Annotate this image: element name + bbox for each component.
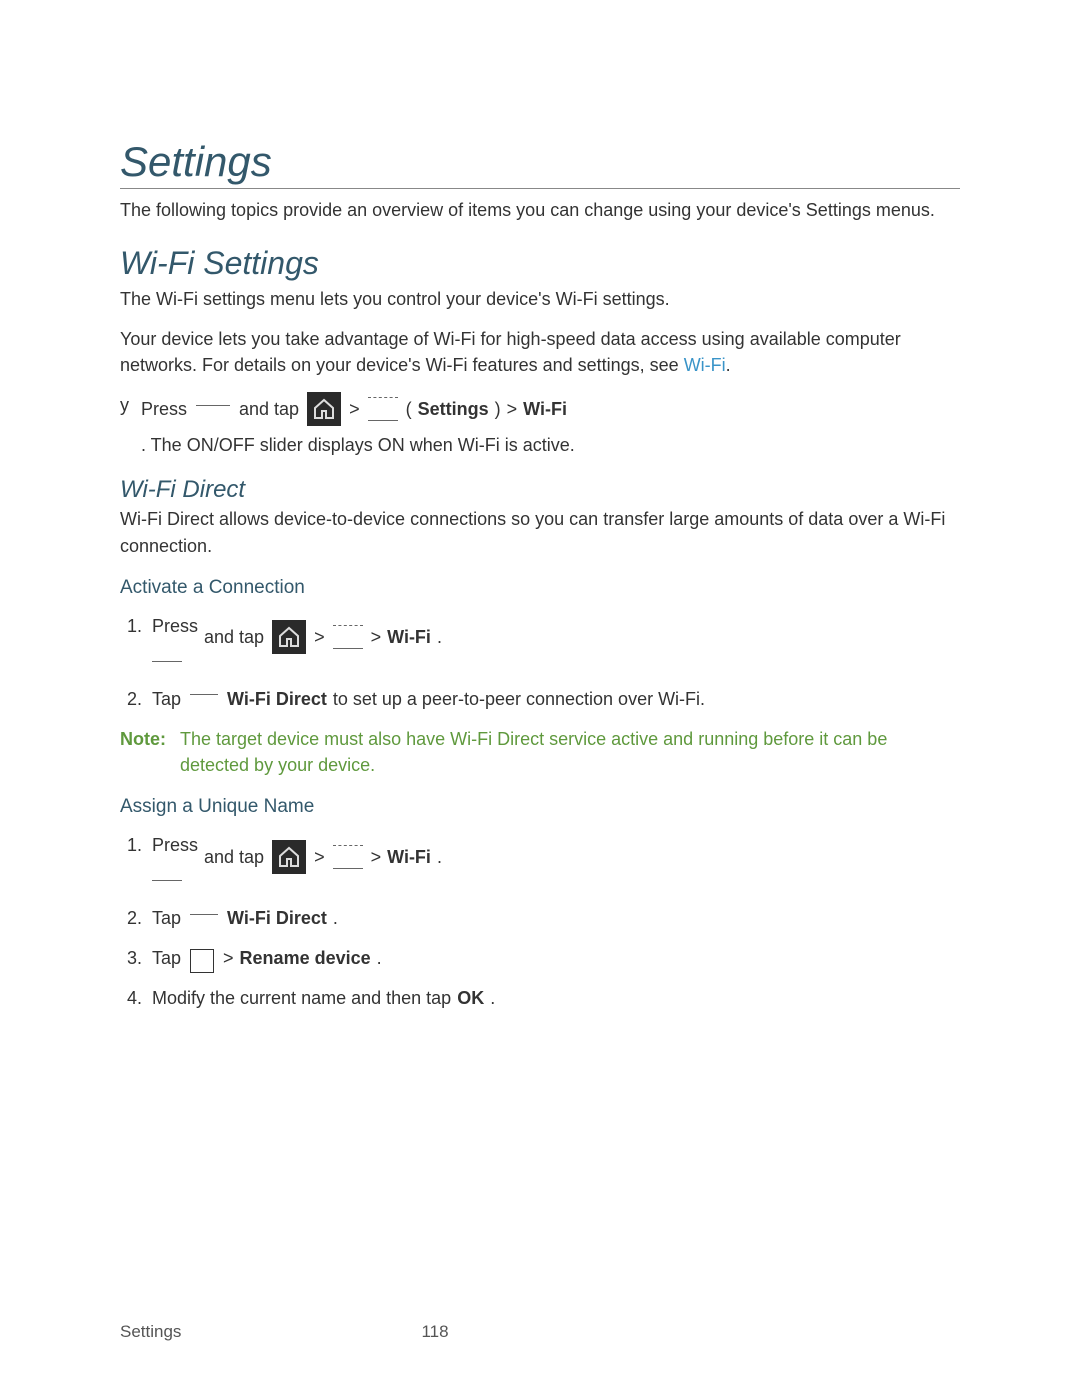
bullet-marker: y: [120, 392, 129, 458]
step-number: 1.: [120, 832, 142, 881]
gt: >: [314, 624, 325, 650]
assign-step-4: 4. Modify the current name and then tap …: [120, 985, 960, 1011]
page-title: Settings: [120, 138, 960, 189]
gt: >: [314, 844, 325, 870]
tap-label: Tap: [152, 686, 181, 712]
step-content: Press and tap > > Wi-Fi.: [152, 832, 442, 881]
wifi-step-suffix: . The ON/OFF slider displays ON when Wi-…: [141, 432, 575, 458]
activate-heading: Activate a Connection: [120, 577, 960, 599]
wifi-direct-bold: Wi-Fi Direct: [227, 905, 327, 931]
wifi-p2: Your device lets you take advantage of W…: [120, 326, 960, 378]
gt: >: [223, 945, 234, 971]
step-number: 1.: [120, 613, 142, 662]
home-icon: [307, 392, 341, 426]
page-footer: Settings 118: [120, 1322, 960, 1342]
placeholder-icon: [190, 914, 218, 915]
gt-2: >: [507, 396, 518, 422]
placeholder-icon: [333, 845, 363, 869]
placeholder-icon: [368, 397, 398, 421]
andtap-label: and tap: [204, 624, 264, 650]
note-block: Note: The target device must also have W…: [120, 726, 960, 778]
placeholder-icon: [152, 880, 182, 881]
step-content: Press and tap > > Wi-Fi.: [152, 613, 442, 662]
wifi-direct-intro: Wi-Fi Direct allows device-to-device con…: [120, 506, 960, 558]
wifi-bold: Wi-Fi: [387, 844, 431, 870]
gt: >: [371, 844, 382, 870]
press-label: Press: [152, 613, 198, 639]
assign-step-1: 1. Press and tap > > Wi-Fi.: [120, 832, 960, 881]
press-label: Press: [152, 832, 198, 858]
step-number: 3.: [120, 945, 142, 971]
activate-step-2: 2. Tap Wi-Fi Direct to set up a peer-to-…: [120, 686, 960, 712]
home-icon: [272, 840, 306, 874]
placeholder-icon: [190, 949, 214, 973]
wifi-p1: The Wi-Fi settings menu lets you control…: [120, 286, 960, 312]
wifi-breadcrumb: Wi-Fi: [523, 396, 567, 422]
page: Settings The following topics provide an…: [0, 0, 1080, 1397]
andtap-label: and tap: [239, 396, 299, 422]
step-content: Tap > Rename device.: [152, 945, 382, 971]
gt-1: >: [349, 396, 360, 422]
step2-suffix: to set up a peer-to-peer connection over…: [333, 686, 705, 712]
step-content: Tap Wi-Fi Direct.: [152, 905, 338, 931]
rename-device-bold: Rename device: [240, 945, 371, 971]
tap-label: Tap: [152, 945, 181, 971]
step4-text: Modify the current name and then tap: [152, 985, 451, 1011]
wifi-step-row: y Press and tap > (Settings) > Wi-Fi . Th…: [120, 392, 960, 458]
assign-step-2: 2. Tap Wi-Fi Direct.: [120, 905, 960, 931]
step-number: 2.: [120, 686, 142, 712]
settings-breadcrumb: Settings: [418, 396, 489, 422]
wifi-p2-text: Your device lets you take advantage of W…: [120, 329, 901, 375]
assign-step-3: 3. Tap > Rename device.: [120, 945, 960, 971]
wifi-link[interactable]: Wi-Fi: [684, 355, 726, 375]
wifi-direct-heading: Wi-Fi Direct: [120, 476, 960, 504]
step-content: Modify the current name and then tap OK.: [152, 985, 495, 1011]
activate-step-1: 1. Press and tap > > Wi-Fi.: [120, 613, 960, 662]
placeholder-icon: [152, 661, 182, 662]
press-label: Press: [141, 396, 187, 422]
open-paren: (: [406, 396, 412, 422]
footer-page-number: 118: [421, 1322, 448, 1342]
wifi-step-content: Press and tap > (Settings) > Wi-Fi . The …: [141, 392, 901, 458]
step-content: Tap Wi-Fi Direct to set up a peer-to-pee…: [152, 686, 705, 712]
step-number: 4.: [120, 985, 142, 1011]
tap-label: Tap: [152, 905, 181, 931]
close-paren: ): [495, 396, 501, 422]
footer-section: Settings: [120, 1322, 181, 1342]
placeholder-icon: [333, 625, 363, 649]
wifi-bold: Wi-Fi: [387, 624, 431, 650]
andtap-label: and tap: [204, 844, 264, 870]
note-text: The target device must also have Wi-Fi D…: [180, 726, 960, 778]
placeholder-icon: [196, 405, 230, 406]
assign-heading: Assign a Unique Name: [120, 796, 960, 818]
gt: >: [371, 624, 382, 650]
step-number: 2.: [120, 905, 142, 931]
intro-paragraph: The following topics provide an overview…: [120, 197, 960, 223]
ok-bold: OK: [457, 985, 484, 1011]
note-label: Note:: [120, 726, 172, 778]
home-icon: [272, 620, 306, 654]
wifi-direct-bold: Wi-Fi Direct: [227, 686, 327, 712]
placeholder-icon: [190, 694, 218, 695]
wifi-settings-heading: Wi-Fi Settings: [120, 245, 960, 282]
